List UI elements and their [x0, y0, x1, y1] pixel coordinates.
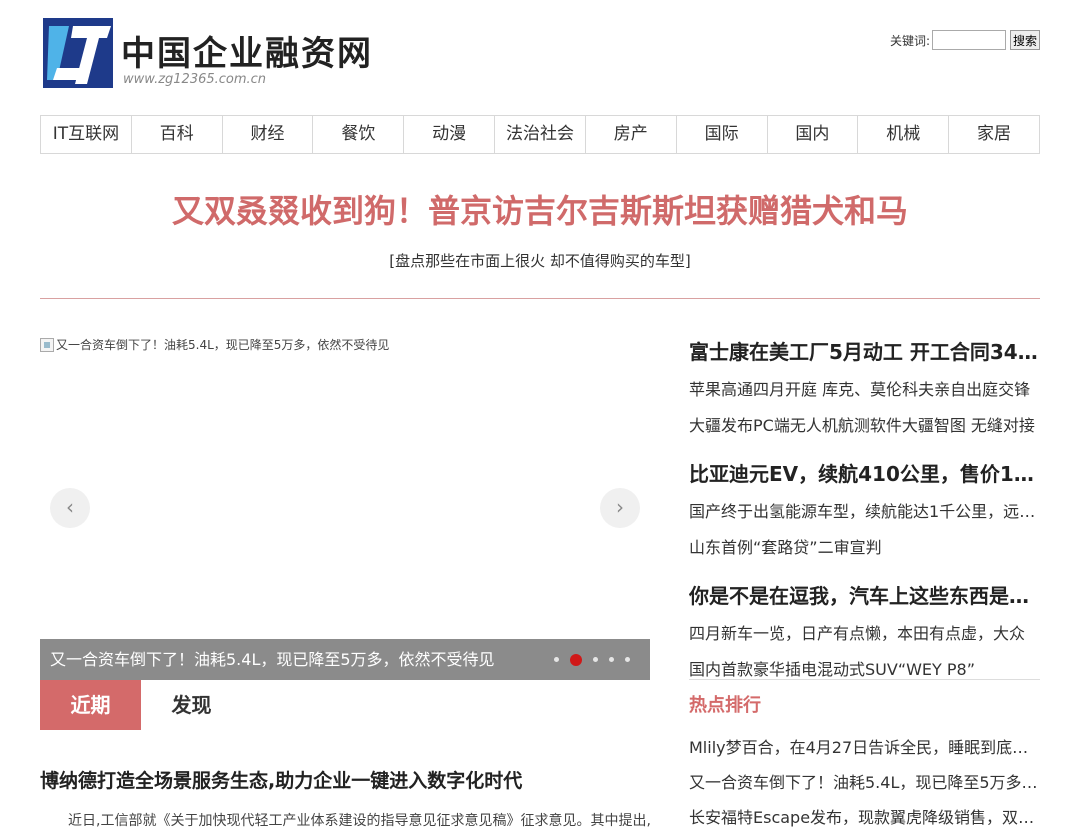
slider-caption-bar: 又一合资车倒下了！油耗5.4L，现已降至5万多，依然不受待见 [40, 639, 650, 680]
nav-item[interactable]: 国际 [677, 116, 768, 153]
search-bar: 关键词: 搜索 [890, 30, 1040, 50]
news-link[interactable]: 苹果高通四月开庭 库克、莫伦科夫亲自出庭交锋 [689, 376, 1040, 400]
logo-title: 中国企业融资网 [121, 34, 373, 74]
nav-item[interactable]: 餐饮 [313, 116, 405, 153]
news-headline[interactable]: 富士康在美工厂5月动工 开工合同34亿美元 [689, 336, 1040, 365]
nav-item[interactable]: 国内 [768, 116, 859, 153]
slider-caption[interactable]: 又一合资车倒下了！油耗5.4L，现已降至5万多，依然不受待见 [50, 650, 495, 669]
divider [40, 298, 1040, 299]
headline-title[interactable]: 又双叒叕收到狗！普京访吉尔吉斯斯坦获赠猎犬和马 [0, 186, 1080, 232]
search-label: 关键词: [889, 33, 930, 48]
slider-dot[interactable] [554, 657, 559, 662]
slider-dot[interactable] [609, 657, 614, 662]
broken-image-icon [40, 337, 54, 352]
nav-item[interactable]: 百科 [132, 116, 223, 153]
chevron-right-icon: › [616, 495, 624, 519]
nav-item[interactable]: IT互联网 [41, 116, 132, 153]
news-link[interactable]: 四月新车一览，日产有点懒，本田有点虚，大众 [689, 620, 1040, 644]
hot-ranking-item[interactable]: 长安福特Escape发布，现款翼虎降级销售，双车并行 [689, 804, 1040, 828]
main-nav: IT互联网 百科 财经 餐饮 动漫 法治社会 房产 国际 国内 机械 家居 [40, 115, 1040, 154]
logo-icon [43, 18, 113, 88]
nav-item[interactable]: 财经 [223, 116, 314, 153]
search-button[interactable]: 搜索 [1009, 30, 1040, 50]
news-link[interactable]: 国产终于出氢能源车型，续航能达1千公里，远超特斯拉 [689, 498, 1040, 522]
headline-subtitle[interactable]: [盘点那些在市面上很火 却不值得购买的车型] [0, 250, 1080, 271]
nav-item[interactable]: 房产 [586, 116, 677, 153]
news-headline[interactable]: 你是不是在逗我，汽车上这些东西是装饰 [689, 580, 1040, 609]
slider-dots [554, 639, 630, 680]
hot-ranking-item[interactable]: Mlily梦百合，在4月27日告诉全民，睡眠到底有多重要 [689, 734, 1040, 758]
article-summary: 近日,工信部就《关于加快现代轻工产业体系建设的指导意见征求意见稿》征求意见。其中… [68, 813, 650, 829]
image-slider: 又一合资车倒下了！油耗5.4L，现已降至5万多，依然不受待见 ‹ › 又一合资车… [40, 336, 650, 680]
article-title[interactable]: 博纳德打造全场景服务生态,助力企业一键进入数字化时代 [40, 766, 522, 793]
slider-dot[interactable] [625, 657, 630, 662]
nav-item[interactable]: 家居 [949, 116, 1039, 153]
tab-discover[interactable]: 发现 [141, 680, 242, 730]
news-link[interactable]: 山东首例“套路贷”二审宣判 [689, 534, 1040, 558]
slide-image[interactable]: 又一合资车倒下了！油耗5.4L，现已降至5万多，依然不受待见 [40, 336, 389, 353]
hot-ranking-item[interactable]: 又一合资车倒下了！油耗5.4L，现已降至5万多，依然不受待见 [689, 769, 1040, 793]
slider-dot[interactable] [593, 657, 598, 662]
slide-image-alt: 又一合资车倒下了！油耗5.4L，现已降至5万多，依然不受待见 [56, 338, 390, 352]
search-input[interactable] [931, 30, 1006, 50]
site-logo[interactable]: 中国企业融资网 www.zg12365.com.cn [43, 18, 393, 90]
slider-next-button[interactable]: › [600, 488, 640, 528]
tab-recent[interactable]: 近期 [40, 680, 141, 730]
hot-ranking-title: 热点排行 [689, 695, 761, 716]
nav-item[interactable]: 法治社会 [495, 116, 586, 153]
chevron-left-icon: ‹ [66, 495, 74, 519]
logo-url: www.zg12365.com.cn [123, 72, 267, 87]
nav-item[interactable]: 机械 [858, 116, 950, 153]
slider-dot[interactable] [570, 653, 582, 666]
slider-prev-button[interactable]: ‹ [50, 488, 90, 528]
content-tabs: 近期 发现 [40, 680, 650, 730]
news-link[interactable]: 国内首款豪华插电混动式SUV“WEY P8” [689, 656, 1040, 680]
news-headline[interactable]: 比亚迪元EV，续航410公里，售价10万起 [689, 458, 1040, 487]
news-link[interactable]: 大疆发布PC端无人机航测软件大疆智图 无缝对接 [689, 412, 1040, 436]
nav-item[interactable]: 动漫 [404, 116, 496, 153]
